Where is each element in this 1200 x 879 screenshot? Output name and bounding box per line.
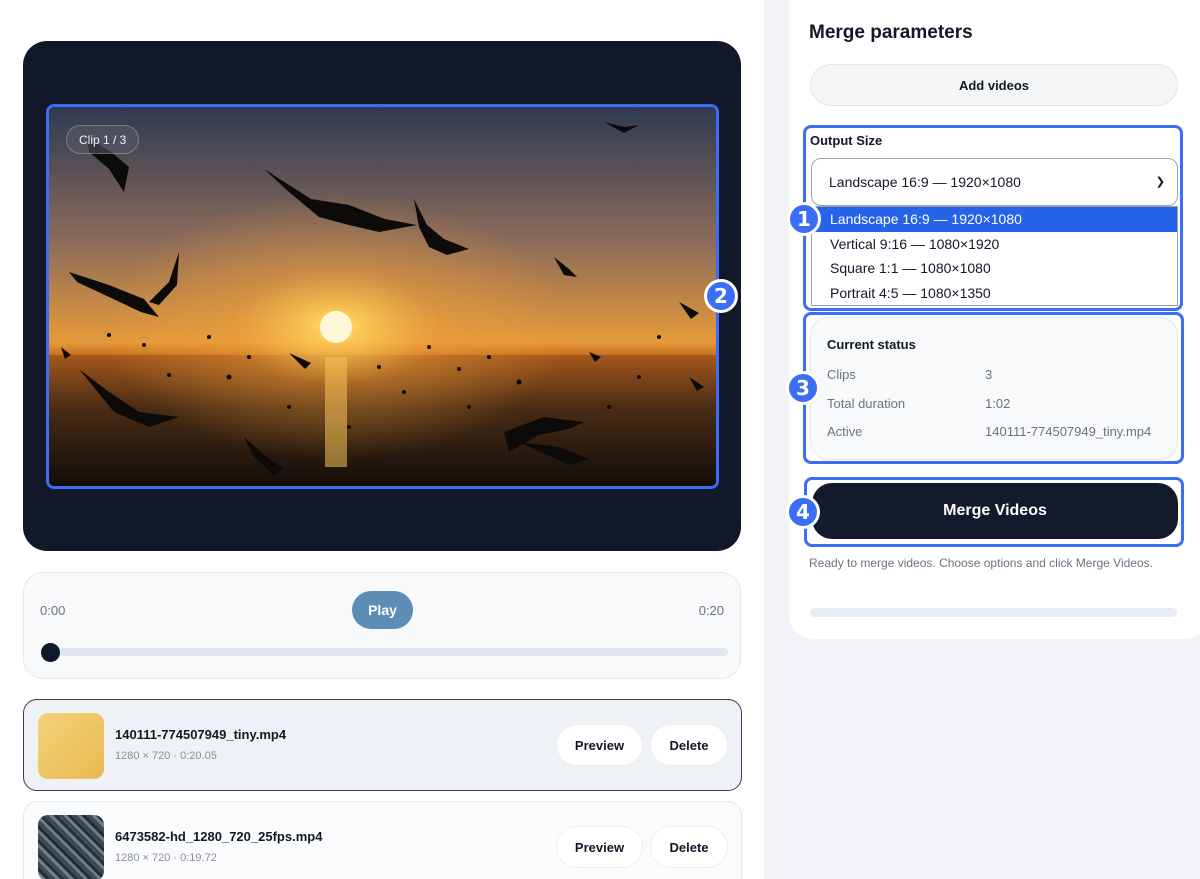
duration-value: 1:02 <box>985 396 1011 411</box>
delete-button[interactable]: Delete <box>650 826 728 868</box>
clips-label: Clips <box>827 367 856 382</box>
duration-label: Total duration <box>827 396 906 411</box>
clip-meta: 1280 × 720 · 0:20.05 <box>115 750 217 762</box>
seek-track[interactable] <box>50 648 728 656</box>
merge-progress-bar <box>810 608 1177 617</box>
active-value: 140111-774507949_tiny.mp4 <box>985 424 1152 439</box>
option-portrait[interactable]: Portrait 4:5 — 1080×1350 <box>812 281 1177 306</box>
clips-value: 3 <box>985 367 993 382</box>
delete-button[interactable]: Delete <box>650 724 728 766</box>
option-landscape[interactable]: Landscape 16:9 — 1920×1080 <box>812 207 1177 232</box>
time-current: 0:00 <box>40 603 66 618</box>
chevron-down-icon: ❯ <box>1155 176 1165 188</box>
active-label: Active <box>827 424 863 439</box>
status-title: Current status <box>827 337 916 352</box>
video-preview[interactable] <box>46 104 719 489</box>
merge-videos-button[interactable]: Merge Videos <box>812 483 1178 539</box>
time-total: 0:20 <box>698 603 724 618</box>
clip-filename: 140111-774507949_tiny.mp4 <box>115 727 287 742</box>
output-size-select[interactable]: Landscape 16:9 — 1920×1080 ❯ <box>811 158 1178 206</box>
marker-2: 2 <box>704 279 738 313</box>
status-message: Ready to merge videos. Choose options an… <box>809 556 1153 570</box>
seek-handle[interactable] <box>41 643 60 662</box>
playback-controls: 0:00 Play 0:20 <box>23 572 741 679</box>
clip-item[interactable]: 6473582-hd_1280_720_25fps.mp4 1280 × 720… <box>23 801 742 879</box>
marker-4: 4 <box>786 495 820 529</box>
preview-button[interactable]: Preview <box>556 724 643 766</box>
output-size-label: Output Size <box>810 133 883 148</box>
add-videos-button[interactable]: Add videos <box>810 64 1178 106</box>
clip-meta: 1280 × 720 · 0:19.72 <box>115 852 217 864</box>
sunset-birds-frame <box>49 107 716 486</box>
marker-3: 3 <box>786 371 820 405</box>
play-button[interactable]: Play <box>352 591 413 629</box>
selected-option-text: Landscape 16:9 — 1920×1080 <box>829 174 1021 190</box>
panel-title: Merge parameters <box>809 22 973 43</box>
preview-button[interactable]: Preview <box>556 826 643 868</box>
clip-counter-badge: Clip 1 / 3 <box>66 125 140 154</box>
marker-1: 1 <box>787 202 821 236</box>
clip-item[interactable]: 140111-774507949_tiny.mp4 1280 × 720 · 0… <box>23 699 742 791</box>
option-vertical[interactable]: Vertical 9:16 — 1080×1920 <box>812 232 1177 257</box>
option-square[interactable]: Square 1:1 — 1080×1080 <box>812 256 1177 281</box>
clip-thumbnail <box>38 713 104 779</box>
status-card: Current status Clips 3 Total duration 1:… <box>810 317 1178 460</box>
clip-thumbnail <box>38 815 104 879</box>
output-size-dropdown: Landscape 16:9 — 1920×1080 Vertical 9:16… <box>811 206 1178 306</box>
clip-filename: 6473582-hd_1280_720_25fps.mp4 <box>115 829 323 844</box>
